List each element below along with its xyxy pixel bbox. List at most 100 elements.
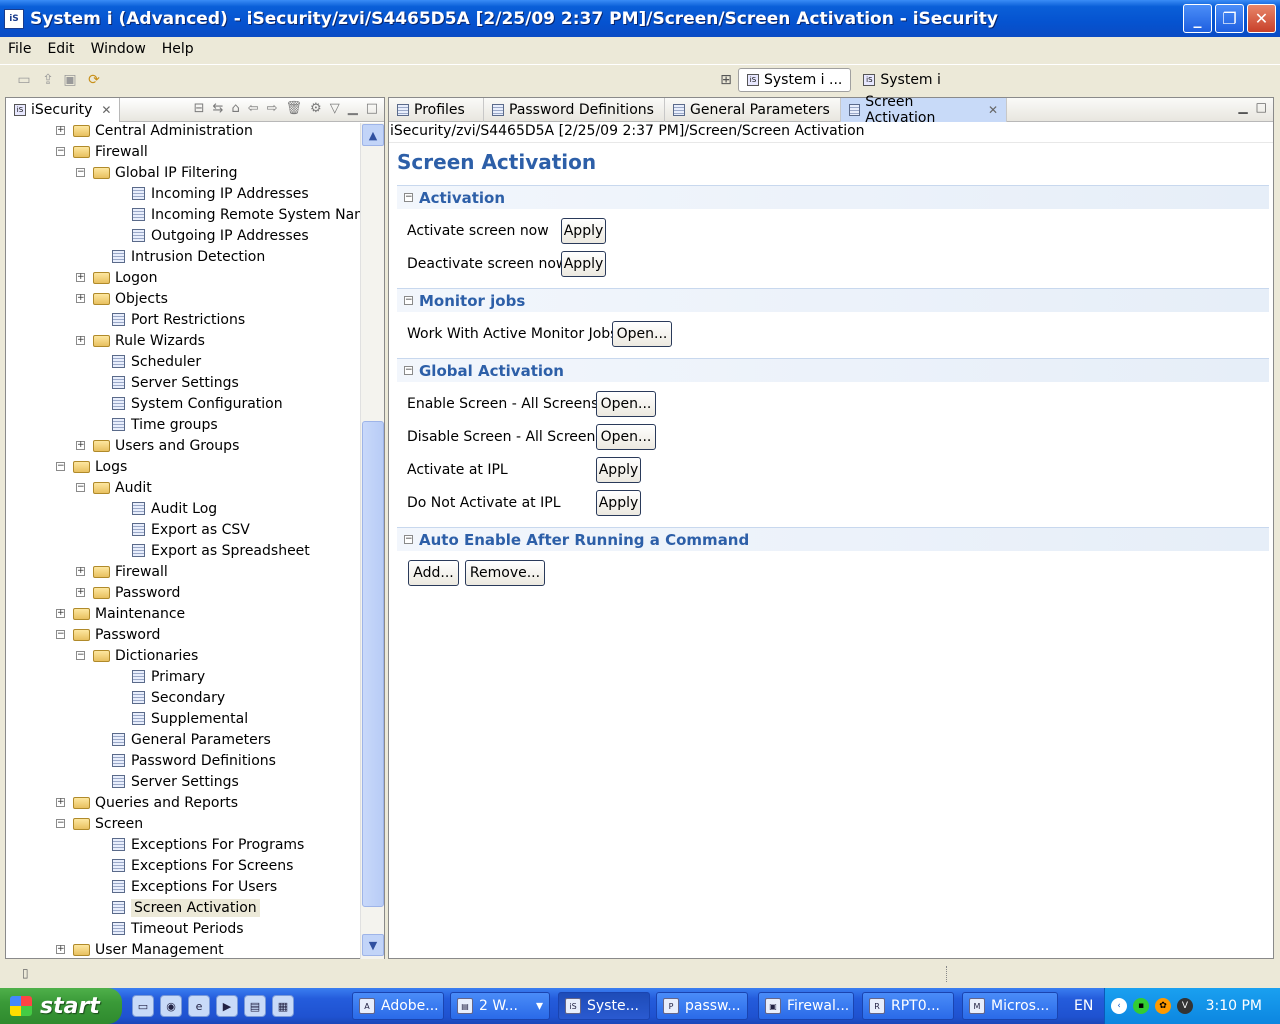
folder-icon[interactable]: ▤ (244, 995, 266, 1017)
start-button[interactable]: start (0, 988, 122, 1024)
tree-item[interactable]: Primary (132, 666, 205, 687)
tray-arrow-icon[interactable]: ‹ (1111, 998, 1127, 1014)
tree-item[interactable]: Server Settings (112, 771, 239, 792)
tree-item[interactable]: Time groups (112, 414, 218, 435)
collapse-all-icon[interactable]: ⊟ (194, 101, 205, 116)
refresh-icon[interactable]: ⟳ (86, 72, 102, 88)
activate-ipl-apply-button[interactable]: Apply (596, 457, 641, 483)
tree-item[interactable]: + Maintenance (56, 603, 185, 624)
tree-item[interactable]: Password Definitions (112, 750, 276, 771)
collapse-icon[interactable]: − (56, 819, 65, 828)
tree-item[interactable]: − Dictionaries (76, 645, 198, 666)
close-button[interactable]: ✕ (1247, 4, 1276, 33)
scroll-thumb[interactable] (362, 421, 384, 907)
collapse-icon[interactable]: − (404, 296, 413, 305)
tree-item[interactable]: Secondary (132, 687, 225, 708)
tree-item[interactable]: + User Management (56, 939, 224, 959)
task-microsoft[interactable]: M Micros... (962, 992, 1058, 1020)
tree-item[interactable]: + Firewall (76, 561, 168, 582)
collapse-icon[interactable]: − (76, 483, 85, 492)
fast-view-icon[interactable]: ▯ (22, 966, 36, 980)
save-icon[interactable]: ▣ (62, 72, 78, 88)
antivirus-icon[interactable]: V (1177, 998, 1193, 1014)
tree-item[interactable]: Outgoing IP Addresses (132, 225, 309, 246)
monitor-jobs-open-button[interactable]: Open... (612, 321, 672, 347)
no-ipl-apply-button[interactable]: Apply (596, 490, 641, 516)
tree-item[interactable]: Supplemental (132, 708, 248, 729)
navigator-scrollbar[interactable]: ▲ ▼ (360, 123, 384, 959)
tab-isecurity[interactable]: iS iSecurity ✕ (6, 98, 121, 122)
expand-icon[interactable]: + (76, 567, 85, 576)
expand-icon[interactable]: + (56, 126, 65, 135)
link-editor-icon[interactable]: ⇆ (213, 101, 224, 116)
expand-icon[interactable]: + (76, 294, 85, 303)
deactivate-apply-button[interactable]: Apply (561, 251, 606, 277)
collapse-icon[interactable]: − (404, 193, 413, 202)
tree-item[interactable]: Export as CSV (132, 519, 250, 540)
network-icon[interactable]: ▪ (1133, 998, 1149, 1014)
tree-item[interactable]: − Screen (56, 813, 143, 834)
back-icon[interactable]: ⇦ (248, 101, 259, 116)
tree-item[interactable]: − Logs (56, 456, 127, 477)
menu-file[interactable]: File (0, 41, 39, 57)
expand-icon[interactable]: + (76, 273, 85, 282)
close-icon[interactable]: ✕ (101, 103, 111, 117)
show-desktop-icon[interactable]: ▭ (132, 995, 154, 1017)
home-icon[interactable]: ⌂ (231, 101, 239, 116)
tree-item[interactable]: Exceptions For Users (112, 876, 277, 897)
disable-all-open-button[interactable]: Open... (596, 424, 656, 450)
connect-icon[interactable]: ⚙ (310, 101, 322, 116)
tree-item[interactable]: − Password (56, 624, 160, 645)
tree-item[interactable]: Incoming Remote System Names (132, 204, 360, 225)
minimize-button[interactable]: _ (1183, 4, 1212, 33)
activate-apply-button[interactable]: Apply (561, 218, 606, 244)
tree-item[interactable]: Intrusion Detection (112, 246, 265, 267)
menu-edit[interactable]: Edit (39, 41, 82, 57)
perspective-system-i[interactable]: iS System i (855, 68, 949, 92)
tree-item[interactable]: Screen Activation (112, 897, 260, 918)
collapse-icon[interactable]: − (404, 535, 413, 544)
expand-icon[interactable]: + (76, 588, 85, 597)
tab-profiles[interactable]: Profiles (389, 98, 484, 122)
tree-item[interactable]: + Users and Groups (76, 435, 239, 456)
maximize-editor-icon[interactable]: □ (1256, 100, 1267, 114)
tree-item[interactable]: Incoming IP Addresses (132, 183, 309, 204)
collapse-icon[interactable]: − (56, 462, 65, 471)
minimize-editor-icon[interactable]: ▁ (1238, 100, 1247, 114)
tab-screen-activation[interactable]: Screen Activation ✕ (841, 94, 1007, 126)
minimize-view-icon[interactable]: ▁ (348, 101, 358, 116)
scroll-down-icon[interactable]: ▼ (362, 934, 384, 956)
tree-item[interactable]: Exceptions For Programs (112, 834, 304, 855)
forward-icon[interactable]: ⇨ (267, 101, 278, 116)
menu-window[interactable]: Window (83, 41, 154, 57)
maximize-view-icon[interactable]: □ (366, 101, 378, 116)
tree-item[interactable]: + Logon (76, 267, 157, 288)
tree-item[interactable]: Exceptions For Screens (112, 855, 293, 876)
flower-icon[interactable]: ✿ (1155, 998, 1171, 1014)
remove-command-button[interactable]: Remove... (465, 560, 545, 586)
task-report[interactable]: R RPT0... (862, 992, 954, 1020)
tree-item[interactable]: + Rule Wizards (76, 330, 205, 351)
section-global-activation[interactable]: − Global Activation (397, 358, 1269, 382)
delete-icon[interactable]: 🗑 (286, 101, 303, 116)
menu-help[interactable]: Help (154, 41, 202, 57)
collapse-icon[interactable]: − (56, 147, 65, 156)
tree-item[interactable]: − Audit (76, 477, 152, 498)
tab-general-parameters[interactable]: General Parameters (665, 98, 841, 122)
new-window-icon[interactable]: ▭ (16, 72, 32, 88)
tree-item[interactable]: + Objects (76, 288, 168, 309)
collapse-icon[interactable]: − (76, 168, 85, 177)
tab-password-definitions[interactable]: Password Definitions (484, 98, 665, 122)
tree-item[interactable]: − Global IP Filtering (76, 162, 237, 183)
tree-item[interactable]: System Configuration (112, 393, 283, 414)
close-icon[interactable]: ✕ (988, 103, 998, 117)
tree-item[interactable]: Timeout Periods (112, 918, 244, 939)
internet-explorer-icon[interactable]: e (188, 995, 210, 1017)
tree-item[interactable]: Port Restrictions (112, 309, 245, 330)
tree-item[interactable]: Scheduler (112, 351, 201, 372)
collapse-icon[interactable]: − (404, 366, 413, 375)
section-monitor-jobs[interactable]: − Monitor jobs (397, 288, 1269, 312)
add-command-button[interactable]: Add... (408, 560, 459, 586)
section-auto-enable[interactable]: − Auto Enable After Running a Command (397, 527, 1269, 551)
language-indicator[interactable]: EN (1074, 998, 1093, 1014)
